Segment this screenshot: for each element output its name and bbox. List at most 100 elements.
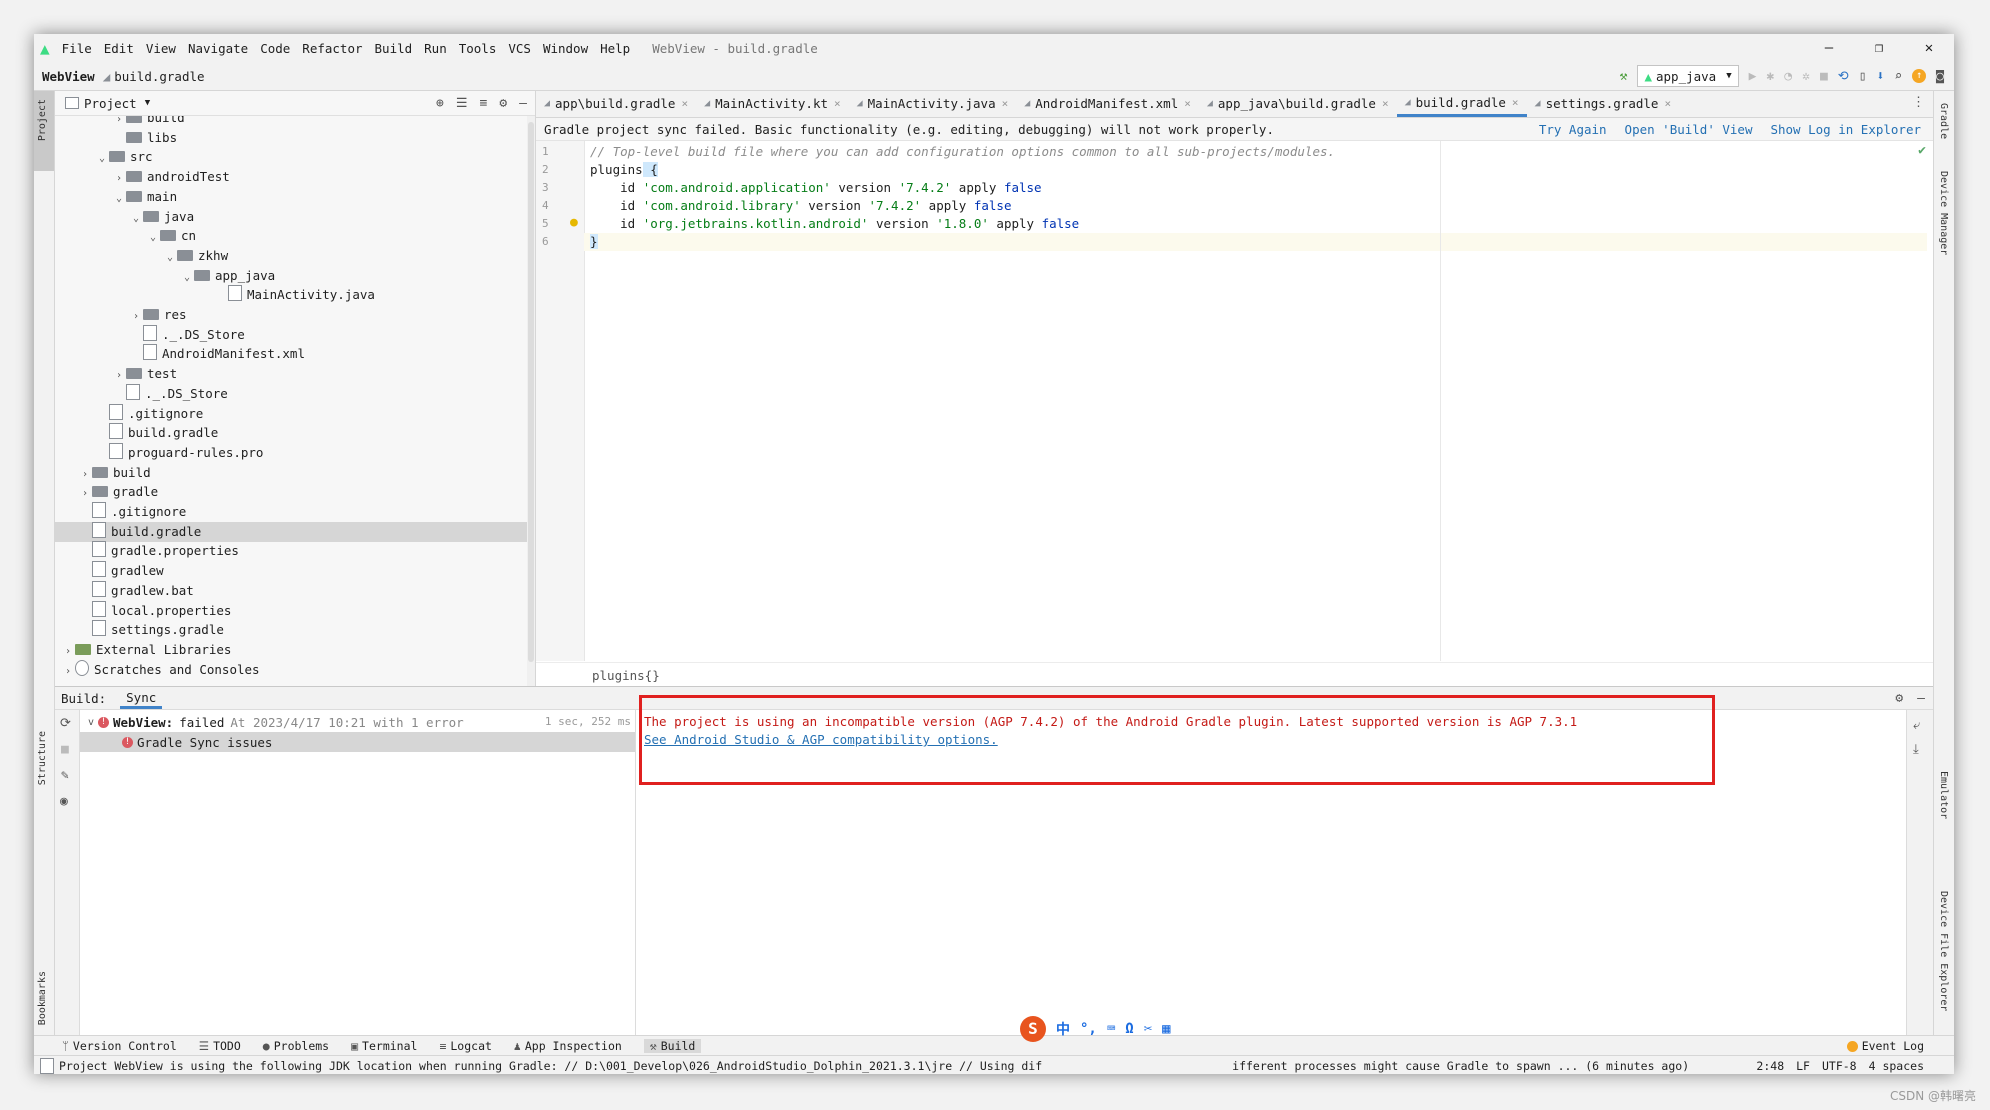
tree-item[interactable]: ⌄ java [129, 207, 194, 227]
ime-scissors-icon[interactable]: ✂ [1144, 1021, 1152, 1037]
menu-item-vcs[interactable]: VCS [508, 41, 531, 56]
bookmarks-tool-tab[interactable]: Bookmarks [37, 971, 48, 1025]
close-tab-icon[interactable]: × [834, 91, 841, 117]
menu-item-help[interactable]: Help [600, 41, 630, 56]
hide-icon[interactable]: — [1917, 691, 1925, 706]
caret-position[interactable]: 2:48 [1756, 1059, 1784, 1073]
locate-icon[interactable]: ⊕ [436, 96, 444, 111]
hammer-icon[interactable]: ⚒ [1620, 69, 1628, 84]
file-encoding[interactable]: UTF-8 [1822, 1059, 1857, 1073]
try-again-link[interactable]: Try Again [1539, 122, 1607, 137]
editor-tab[interactable]: ◢ MainActivity.kt × [696, 91, 849, 117]
sogou-logo-icon[interactable]: S [1020, 1016, 1046, 1042]
line-separator[interactable]: LF [1796, 1059, 1810, 1073]
tree-item[interactable]: ._.DS_Store [112, 383, 228, 404]
emulator-tool-tab[interactable]: Emulator [1938, 771, 1949, 819]
chevron-down-icon[interactable]: ⌄ [129, 209, 143, 229]
code-editor[interactable]: // Top-level build file where you can ad… [584, 141, 1930, 661]
scroll-to-end-icon[interactable]: ⤓ [1913, 742, 1919, 757]
tool-button-todo[interactable]: ☰ TODO [199, 1039, 241, 1053]
menu-item-code[interactable]: Code [260, 41, 290, 56]
gradle-tool-tab[interactable]: Gradle [1938, 103, 1949, 139]
show-log-link[interactable]: Show Log in Explorer [1770, 122, 1921, 137]
soft-wrap-icon[interactable]: ⤶ [1913, 718, 1920, 733]
collapse-all-icon[interactable]: ≡ [480, 96, 488, 111]
tree-item[interactable]: build.gradle [78, 521, 201, 542]
project-tool-tab[interactable]: Project [34, 91, 54, 171]
close-tab-icon[interactable]: × [1512, 90, 1519, 116]
gear-icon[interactable]: ⚙ [499, 96, 507, 111]
breadcrumb-item[interactable]: plugins{} [592, 668, 660, 683]
structure-tool-tab[interactable]: Structure [37, 731, 48, 785]
sync-tab[interactable]: Sync [120, 687, 163, 709]
tool-button-logcat[interactable]: ≡ Logcat [439, 1039, 491, 1053]
tool-button-problems[interactable]: ● Problems [263, 1039, 329, 1053]
tree-item[interactable]: proguard-rules.pro [95, 442, 263, 463]
menu-item-window[interactable]: Window [543, 41, 588, 56]
chevron-right-icon[interactable]: › [61, 662, 75, 682]
indent-setting[interactable]: 4 spaces [1869, 1059, 1924, 1073]
menu-item-edit[interactable]: Edit [104, 41, 134, 56]
menu-item-refactor[interactable]: Refactor [302, 41, 362, 56]
tree-item[interactable]: ⌄ src [95, 147, 153, 167]
tool-button-terminal[interactable]: ▣ Terminal [351, 1039, 417, 1053]
nav-file[interactable]: build.gradle [114, 69, 204, 84]
gear-icon[interactable]: ⚙ [1895, 691, 1903, 706]
editor-tab[interactable]: ◢ settings.gradle × [1527, 91, 1680, 117]
editor-tab[interactable]: ◢ app\build.gradle × [536, 91, 696, 117]
tree-item[interactable]: ⌄ app_java [180, 266, 275, 286]
build-tree-root[interactable]: v ! WebView: failed At 2023/4/17 10:21 w… [84, 712, 464, 732]
tree-item[interactable]: › Scratches and Consoles [61, 659, 260, 682]
hide-icon[interactable]: — [519, 96, 527, 111]
editor-tab[interactable]: ◢ build.gradle × [1396, 90, 1527, 117]
debug-icon[interactable]: ✱ [1766, 69, 1774, 84]
tree-item[interactable]: build.gradle [95, 423, 218, 443]
tree-item[interactable]: › test [112, 364, 177, 384]
tree-item[interactable]: › build [112, 116, 185, 128]
tree-item[interactable]: settings.gradle [78, 620, 224, 640]
tree-item[interactable]: .gitignore [78, 502, 186, 522]
lightbulb-icon[interactable]: ● [570, 215, 578, 230]
restart-icon[interactable]: ⟳ [60, 716, 71, 731]
tool-button-app-inspection[interactable]: ♟ App Inspection [514, 1039, 622, 1053]
status-message-tail[interactable]: ifferent processes might cause Gradle to… [1232, 1059, 1689, 1073]
tool-button-version-control[interactable]: ᛘ Version Control [62, 1039, 177, 1053]
tree-item[interactable]: AndroidManifest.xml [129, 344, 305, 364]
ime-chinese-mode[interactable]: 中 [1056, 1019, 1070, 1039]
account-icon[interactable]: ◙ [1936, 69, 1944, 84]
tree-item[interactable]: › build [78, 463, 151, 483]
device-file-explorer-tool-tab[interactable]: Device File Explorer [1938, 891, 1949, 1011]
build-tree-child[interactable]: ! Gradle Sync issues [80, 732, 635, 752]
menu-item-file[interactable]: File [62, 41, 92, 56]
status-message[interactable]: Project WebView is using the following J… [59, 1059, 1042, 1073]
menu-item-build[interactable]: Build [375, 41, 413, 56]
event-log-button[interactable]: Event Log [1846, 1039, 1924, 1053]
search-icon[interactable]: ⌕ [1894, 69, 1902, 84]
close-button[interactable]: ✕ [1904, 34, 1954, 62]
project-scrollbar[interactable] [527, 116, 535, 686]
eye-icon[interactable]: ◉ [60, 794, 68, 809]
ime-symbol-icon[interactable]: Ω [1125, 1021, 1133, 1037]
pin-icon[interactable]: ✎ [61, 768, 69, 783]
editor-tab[interactable]: ◢ app_java\build.gradle × [1199, 91, 1397, 117]
stop-icon[interactable]: ■ [61, 742, 69, 757]
status-toggle-icon[interactable] [40, 1057, 54, 1074]
chevron-down-icon[interactable]: ⌄ [146, 228, 160, 248]
tree-item[interactable]: ⌄ cn [146, 226, 196, 246]
ime-punctuation-icon[interactable]: °, [1080, 1021, 1097, 1037]
close-tab-icon[interactable]: × [1664, 91, 1671, 117]
tree-item[interactable]: .gitignore [95, 403, 203, 424]
close-tab-icon[interactable]: × [1184, 91, 1191, 117]
chevron-down-icon[interactable]: ⌄ [180, 268, 194, 288]
open-build-view-link[interactable]: Open 'Build' View [1625, 122, 1753, 137]
update-icon[interactable]: ↑ [1912, 69, 1927, 83]
run-icon[interactable]: ▶ [1749, 69, 1757, 84]
chevron-down-icon[interactable]: ⌄ [112, 189, 126, 209]
expand-all-icon[interactable]: ☰ [456, 96, 468, 111]
nav-project[interactable]: WebView [42, 69, 95, 84]
tree-item[interactable]: ._.DS_Store [129, 324, 245, 345]
device-manager-tool-tab[interactable]: Device Manager [1938, 171, 1949, 255]
minimize-button[interactable]: — [1804, 34, 1854, 62]
tree-item[interactable]: › gradle [78, 482, 158, 502]
close-tab-icon[interactable]: × [1002, 91, 1009, 117]
